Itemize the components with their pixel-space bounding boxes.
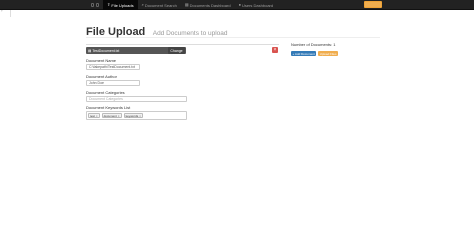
document-name-label: Document Name (86, 58, 117, 63)
nav-item-documents-dashboard[interactable]: ▦ Documents Dashboard (181, 0, 235, 10)
nav-item-label: File Uploads (111, 2, 134, 8)
tag-label: keywords (125, 113, 139, 118)
document-name-input[interactable]: C:\fakepath\TestDocument.txt (86, 64, 140, 70)
file-icon: ▤ (88, 48, 92, 53)
page-title: File Upload (86, 26, 146, 38)
tag-label: test (90, 113, 95, 118)
nav-item-label: Document Search (144, 2, 177, 8)
nav-item-document-search[interactable]: ⌕ Document Search (138, 0, 181, 10)
remove-tag-icon[interactable]: × (96, 114, 98, 118)
navbar-action-button[interactable] (364, 1, 382, 8)
document-categories-label: Document Categories (86, 90, 125, 95)
divider (86, 44, 279, 45)
page-subtitle: Add Documents to upload (152, 30, 228, 37)
dashboard-icon: ▦ (184, 2, 189, 7)
top-navbar: ⇪ File Uploads ⌕ Document Search ▦ Docum… (0, 0, 474, 10)
add-document-button[interactable]: + Add Document (291, 51, 317, 56)
document-categories-input[interactable]: Document Categories (86, 96, 187, 102)
upload-files-button[interactable]: Upload Files (318, 51, 338, 56)
change-file-button[interactable]: Change (168, 47, 185, 54)
document-author-label: Document Author (86, 74, 117, 79)
nav-menu: ⇪ File Uploads ⌕ Document Search ▦ Docum… (103, 0, 277, 10)
remove-tag-icon[interactable]: × (139, 114, 141, 118)
brand-logo[interactable] (90, 0, 102, 10)
keyword-tag: test × (88, 113, 100, 118)
document-keywords-label: Document Keywords List (86, 105, 131, 110)
keywords-tag-input[interactable]: test × document × keywords × (86, 111, 187, 120)
search-icon: ⌕ (141, 2, 144, 7)
file-input-group: ▤ TestDocument.txt Change × (86, 44, 279, 54)
keyword-tag: keywords × (123, 113, 143, 118)
document-author-input[interactable]: John Doe (86, 80, 140, 86)
file-name: TestDocument.txt (92, 48, 120, 53)
nav-item-users-dashboard[interactable]: ● Users Dashboard (235, 0, 278, 10)
page-header: File Upload Add Documents to upload (86, 22, 380, 38)
user-icon: ● (238, 2, 241, 7)
action-buttons: + Add Document Upload Files (291, 51, 381, 56)
documents-summary-panel: Number of Documents: 1 + Add Document Up… (291, 42, 381, 56)
nav-item-label: Users Dashboard (241, 2, 274, 8)
document-count: Number of Documents: 1 (291, 42, 336, 47)
remove-file-button[interactable]: × (272, 47, 278, 53)
nav-item-label: Documents Dashboard (189, 2, 231, 8)
keyword-tag: document × (101, 113, 122, 118)
nav-item-file-uploads[interactable]: ⇪ File Uploads (103, 0, 138, 10)
tag-label: document (103, 113, 117, 118)
remove-tag-icon[interactable]: × (118, 114, 120, 118)
upload-icon: ⇪ (107, 2, 111, 7)
